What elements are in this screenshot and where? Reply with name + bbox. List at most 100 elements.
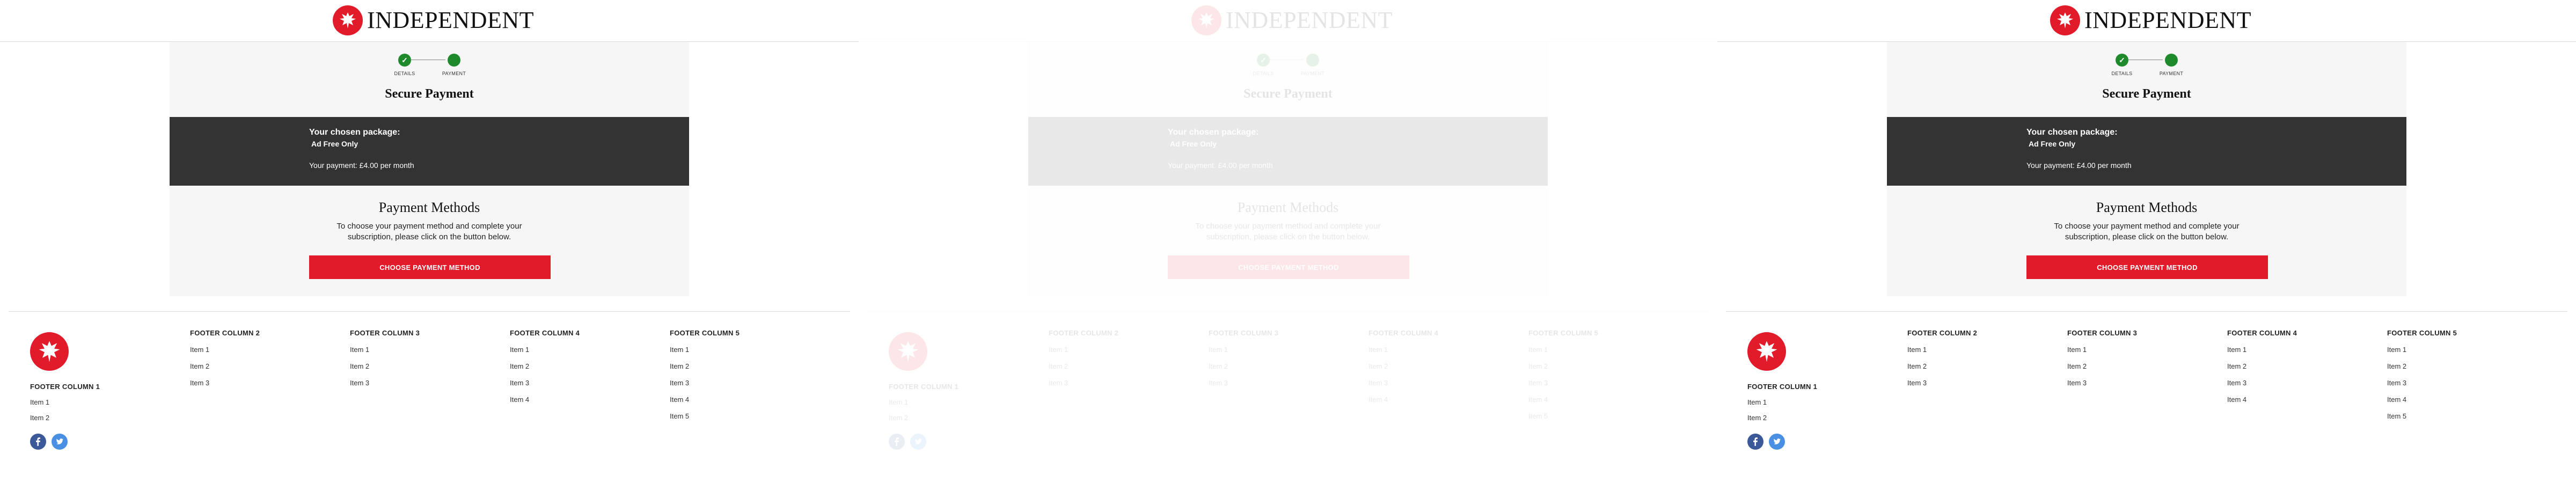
footer-link[interactable]: Item 2: [2387, 362, 2494, 370]
footer-link[interactable]: Item 3: [2067, 379, 2175, 387]
footer-link[interactable]: Item 3: [2227, 379, 2334, 387]
footer-link[interactable]: Item 1: [670, 346, 777, 354]
footer-link[interactable]: Item 1: [1368, 346, 1476, 354]
social-links: [30, 434, 137, 450]
footer-link[interactable]: Item 5: [670, 412, 777, 420]
footer-column-2: FOOTER COLUMN 2 Item 1 Item 2 Item 3: [1049, 329, 1156, 387]
footer-link[interactable]: Item 5: [2387, 412, 2494, 420]
site-logo[interactable]: INDEPENDENT: [2050, 5, 2251, 35]
footer-link[interactable]: Item 4: [1528, 395, 1636, 404]
footer-link[interactable]: Item 1: [510, 346, 617, 354]
step-details: ✓ DETAILS: [383, 54, 426, 76]
step-payment: PAYMENT: [1291, 54, 1334, 76]
footer-link[interactable]: Item 1: [2067, 346, 2175, 354]
footer-link[interactable]: Item 2: [1528, 362, 1636, 370]
footer-link[interactable]: Item 2: [1049, 362, 1156, 370]
site-logo[interactable]: INDEPENDENT: [333, 5, 534, 35]
checkout-card: ✓ DETAILS PAYMENT Secure Payment Your ch…: [170, 42, 689, 296]
footer-column-1: FOOTER COLUMN 1 Item 1 Item 2: [889, 332, 996, 450]
footer-link[interactable]: Item 1: [2227, 346, 2334, 354]
footer-link[interactable]: Item 4: [2387, 395, 2494, 404]
choose-payment-method-button[interactable]: CHOOSE PAYMENT METHOD: [309, 255, 551, 279]
footer-link[interactable]: Item 5: [1528, 412, 1636, 420]
footer-link[interactable]: Item 1: [30, 398, 137, 406]
footer-link[interactable]: Item 1: [1209, 346, 1316, 354]
payment-methods-description: To choose your payment method and comple…: [1195, 222, 1381, 241]
footer-column-4: FOOTER COLUMN 4 Item 1 Item 2 Item 3 Ite…: [2227, 329, 2334, 404]
footer-link[interactable]: Item 2: [670, 362, 777, 370]
footer-link[interactable]: Item 1: [1528, 346, 1636, 354]
site-logo[interactable]: INDEPENDENT: [1191, 5, 1393, 35]
package-summary: Your chosen package: Ad Free Only Your p…: [1028, 117, 1548, 186]
footer-column-heading: FOOTER COLUMN 4: [2227, 329, 2297, 337]
choose-payment-method-button[interactable]: CHOOSE PAYMENT METHOD: [1168, 255, 1409, 279]
footer-link[interactable]: Item 2: [1907, 362, 2015, 370]
footer-link[interactable]: Item 1: [1747, 398, 1855, 406]
social-links: [889, 434, 996, 450]
footer-link[interactable]: Item 2: [510, 362, 617, 370]
footer-link[interactable]: Item 3: [190, 379, 297, 387]
site-header: INDEPENDENT: [0, 0, 859, 42]
package-price: Your payment: £4.00 per month: [1168, 161, 1273, 170]
facebook-icon[interactable]: [889, 434, 905, 450]
footer-link[interactable]: Item 2: [1209, 362, 1316, 370]
facebook-icon[interactable]: [30, 434, 46, 450]
footer-link[interactable]: Item 4: [670, 395, 777, 404]
footer-link[interactable]: Item 2: [30, 414, 137, 422]
footer-link[interactable]: Item 4: [2227, 395, 2334, 404]
eagle-icon[interactable]: [1747, 332, 1786, 371]
eagle-icon[interactable]: [889, 332, 927, 371]
footer-link[interactable]: Item 3: [510, 379, 617, 387]
footer-link[interactable]: Item 2: [2067, 362, 2175, 370]
footer-link[interactable]: Item 3: [1528, 379, 1636, 387]
step-label: DETAILS: [2111, 71, 2133, 76]
eagle-icon[interactable]: [30, 332, 69, 371]
check-icon: ✓: [398, 54, 411, 67]
footer-column-heading: FOOTER COLUMN 5: [670, 329, 740, 337]
footer-link[interactable]: Item 3: [2387, 379, 2494, 387]
footer-column-3: FOOTER COLUMN 3 Item 1 Item 2 Item 3: [1209, 329, 1316, 387]
footer-link[interactable]: Item 1: [2387, 346, 2494, 354]
step-payment: PAYMENT: [2150, 54, 2193, 76]
footer-link[interactable]: Item 3: [1907, 379, 2015, 387]
facebook-icon[interactable]: [1747, 434, 1763, 450]
twitter-icon[interactable]: [52, 434, 68, 450]
footer-link[interactable]: Item 3: [350, 379, 457, 387]
footer-link[interactable]: Item 4: [510, 395, 617, 404]
package-price: Your payment: £4.00 per month: [309, 161, 414, 170]
step-details: ✓ DETAILS: [2101, 54, 2143, 76]
package-name: Ad Free Only: [2029, 140, 2076, 148]
footer-link[interactable]: Item 1: [350, 346, 457, 354]
footer-link[interactable]: Item 2: [2227, 362, 2334, 370]
choose-payment-method-button[interactable]: CHOOSE PAYMENT METHOD: [2026, 255, 2268, 279]
footer-link[interactable]: Item 3: [670, 379, 777, 387]
eagle-icon: [1191, 5, 1221, 35]
package-heading: Your chosen package:: [309, 128, 400, 137]
footer-column-5: FOOTER COLUMN 5 Item 1 Item 2 Item 3 Ite…: [670, 329, 777, 420]
footer-link[interactable]: Item 2: [190, 362, 297, 370]
footer-column-1: FOOTER COLUMN 1 Item 1 Item 2: [30, 332, 137, 450]
check-icon: ✓: [1257, 54, 1270, 67]
screen-panel: INDEPENDENT ✓ DETAILS PAYMENT Secure Pay…: [1717, 0, 2576, 491]
footer-link[interactable]: Item 2: [889, 414, 996, 422]
footer-link[interactable]: Item 2: [1747, 414, 1855, 422]
footer-link[interactable]: Item 3: [1049, 379, 1156, 387]
footer-column-2: FOOTER COLUMN 2 Item 1 Item 2 Item 3: [190, 329, 297, 387]
twitter-icon[interactable]: [1769, 434, 1785, 450]
footer-link[interactable]: Item 1: [889, 398, 996, 406]
twitter-icon[interactable]: [910, 434, 926, 450]
step-current-dot: [448, 54, 460, 67]
footer-link[interactable]: Item 1: [1049, 346, 1156, 354]
footer-link[interactable]: Item 4: [1368, 395, 1476, 404]
footer-link[interactable]: Item 1: [1907, 346, 2015, 354]
footer-link[interactable]: Item 3: [1368, 379, 1476, 387]
payment-methods-title: Payment Methods: [1237, 200, 1339, 215]
progress-steps: ✓ DETAILS PAYMENT: [170, 53, 689, 79]
footer-column-heading: FOOTER COLUMN 5: [1528, 329, 1599, 337]
footer-column-heading: FOOTER COLUMN 4: [1368, 329, 1439, 337]
footer-link[interactable]: Item 3: [1209, 379, 1316, 387]
footer-link[interactable]: Item 2: [350, 362, 457, 370]
footer-column-heading: FOOTER COLUMN 3: [2067, 329, 2138, 337]
footer-link[interactable]: Item 2: [1368, 362, 1476, 370]
footer-link[interactable]: Item 1: [190, 346, 297, 354]
